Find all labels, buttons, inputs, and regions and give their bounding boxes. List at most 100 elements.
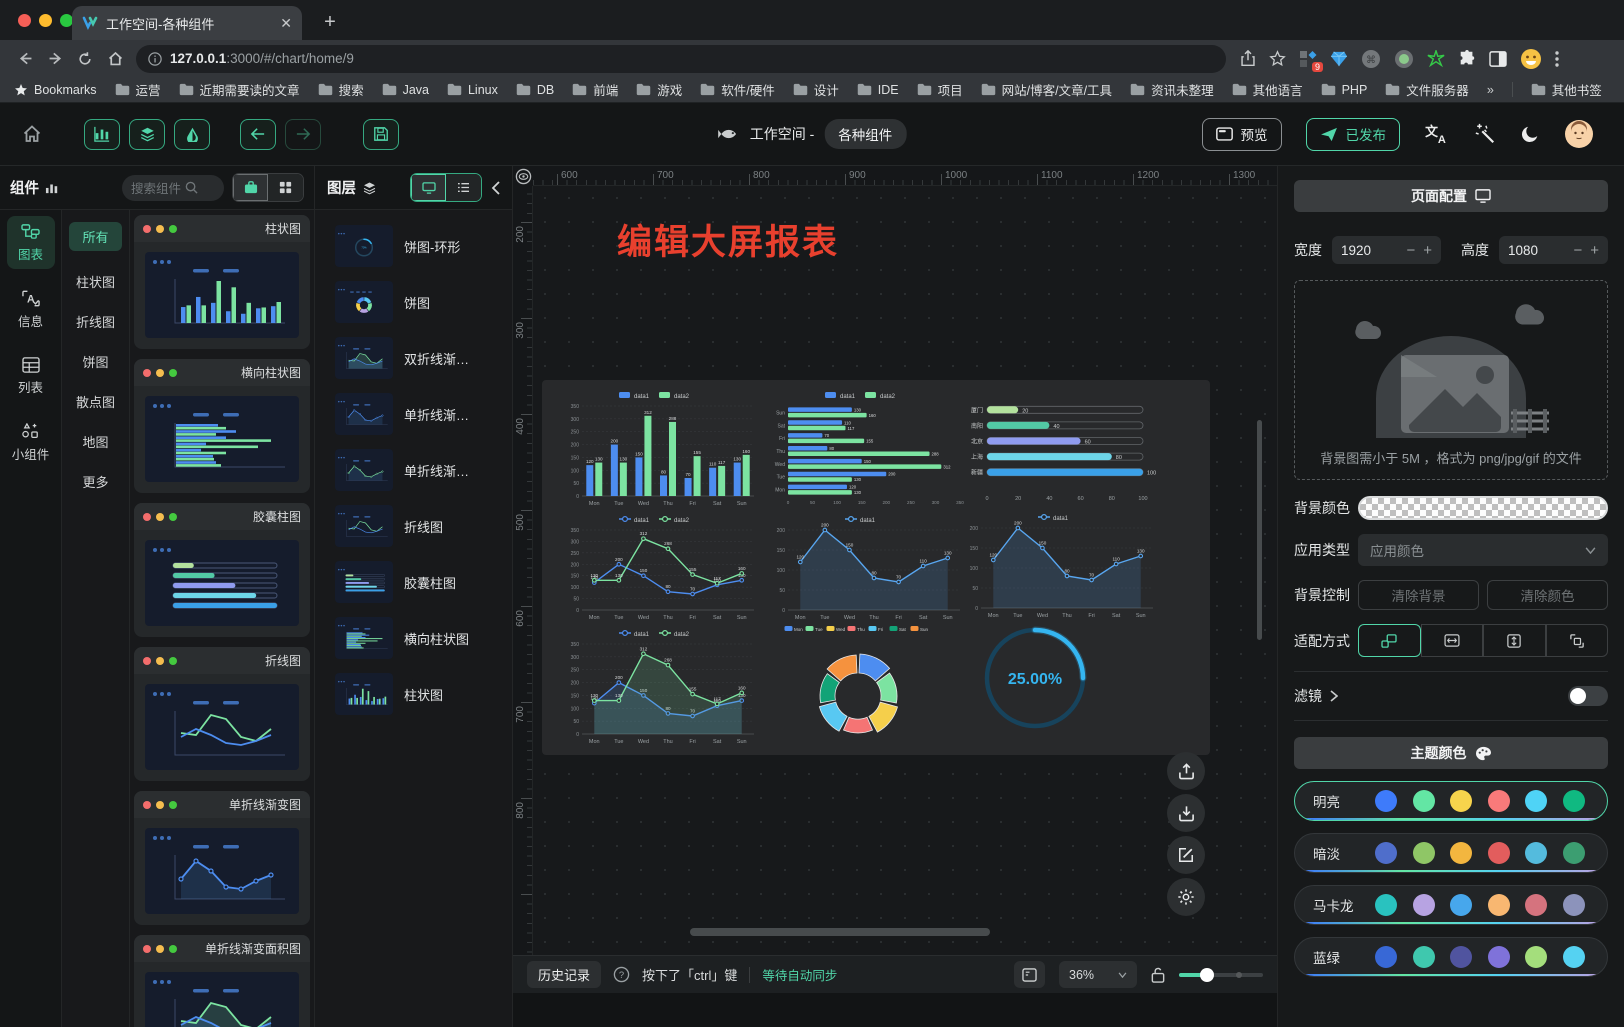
extension-tiles-icon[interactable]: 9 xyxy=(1299,50,1317,68)
layer-list-view-button[interactable] xyxy=(446,174,481,201)
theme-row-暗淡[interactable]: 暗淡 xyxy=(1294,833,1608,873)
sidebar-item-2[interactable]: A信息 xyxy=(7,283,55,336)
green-dot-extension-icon[interactable] xyxy=(1394,49,1414,69)
category-item[interactable]: 折线图 xyxy=(76,312,115,331)
language-toggle-icon[interactable]: 文A xyxy=(1424,123,1450,145)
browser-tab[interactable]: 工作空间-各种组件 ✕ xyxy=(72,6,302,40)
bookmark-item[interactable]: 其他语言 xyxy=(1232,80,1303,99)
fit-stretch-button[interactable] xyxy=(1546,624,1609,657)
width-increment-button[interactable]: + xyxy=(1423,242,1432,259)
bookmark-item[interactable]: 设计 xyxy=(793,80,839,99)
dashboard-group[interactable]: data1data2050100150200250300350MonTueWed… xyxy=(542,380,1210,755)
dark-mode-moon-icon[interactable] xyxy=(1520,124,1540,144)
home-icon[interactable] xyxy=(0,124,64,144)
bookmark-item[interactable]: Linux xyxy=(447,80,498,99)
address-bar[interactable]: 127.0.0.1:3000/#/chart/home/9 xyxy=(136,45,1226,73)
clear-background-button[interactable]: 清除背景 xyxy=(1358,580,1479,610)
redo-button[interactable] xyxy=(285,119,321,150)
bookmark-item[interactable]: 运营 xyxy=(115,80,161,99)
sidebar-item-1[interactable]: 图表 xyxy=(7,216,55,269)
background-upload-dropzone[interactable]: 背景图需小于 5M ，格式为 png/jpg/gif 的文件 xyxy=(1294,280,1608,480)
canvas-text-title[interactable]: 编辑大屏报表 xyxy=(617,214,839,265)
component-card[interactable]: 胶囊柱图 xyxy=(134,503,310,637)
chart-capsule[interactable]: 厦门20南阳40北京60上海80新疆100020406080100 xyxy=(957,394,1157,506)
canvas-vertical-scrollbar[interactable] xyxy=(1257,420,1262,640)
chart-progress-ring[interactable]: 25.00% xyxy=(950,608,1120,744)
canvas-horizontal-scrollbar[interactable] xyxy=(690,928,990,936)
component-card[interactable]: 柱状图 xyxy=(134,215,310,349)
magic-wand-icon[interactable] xyxy=(1474,123,1496,145)
layer-item[interactable]: 单折线渐… xyxy=(315,442,512,498)
apply-type-select[interactable]: 应用颜色 xyxy=(1358,534,1608,566)
bookmarks-overflow-chevron[interactable]: » xyxy=(1487,83,1494,97)
preview-button[interactable]: 预览 xyxy=(1202,118,1282,151)
extensions-puzzle-icon[interactable] xyxy=(1458,50,1476,68)
width-decrement-button[interactable]: − xyxy=(1406,242,1415,259)
theme-row-蓝绿[interactable]: 蓝绿 xyxy=(1294,937,1608,977)
filter-expand-chevron-icon[interactable] xyxy=(1330,690,1338,702)
browser-menu-icon[interactable] xyxy=(1555,51,1559,67)
clear-color-button[interactable]: 清除颜色 xyxy=(1487,580,1608,610)
history-panel-button[interactable] xyxy=(1014,961,1045,988)
fit-height-button[interactable] xyxy=(1483,624,1546,657)
reader-mode-icon[interactable] xyxy=(1489,51,1507,67)
layer-item[interactable]: 柱状图 xyxy=(315,666,512,722)
bookmark-item[interactable]: IDE xyxy=(857,80,899,99)
browser-forward-icon[interactable] xyxy=(40,44,70,74)
bookmark-item[interactable]: 项目 xyxy=(917,80,963,99)
component-card[interactable]: 单折线渐变图 xyxy=(134,791,310,925)
sidebar-item-4[interactable]: 小组件 xyxy=(7,416,55,469)
upload-fab-button[interactable] xyxy=(1167,752,1205,790)
component-card[interactable]: 横向柱状图 xyxy=(134,359,310,493)
layer-thumbnail-view-button[interactable] xyxy=(411,174,446,201)
layer-item[interactable]: 折线图 xyxy=(315,498,512,554)
category-item[interactable]: 柱状图 xyxy=(76,272,115,291)
component-card[interactable]: 单折线渐变面积图 xyxy=(134,935,310,1027)
help-icon[interactable]: ? xyxy=(613,966,630,983)
layer-item[interactable]: 双折线渐… xyxy=(315,330,512,386)
layer-item[interactable]: 单折线渐… xyxy=(315,386,512,442)
green-star-extension-icon[interactable] xyxy=(1427,50,1445,68)
theme-row-明亮[interactable]: 明亮 xyxy=(1294,781,1608,821)
bookmark-item[interactable]: 文件服务器 xyxy=(1385,80,1469,99)
chart-area-dual[interactable]: data1data2050100150200250300350MonTueWed… xyxy=(558,626,760,748)
bookmark-item[interactable]: PHP xyxy=(1321,80,1368,99)
bookmark-item[interactable]: 软件/硬件 xyxy=(700,80,774,99)
bookmark-item[interactable]: Java xyxy=(382,80,429,99)
zoom-slider[interactable] xyxy=(1179,973,1263,977)
save-button[interactable] xyxy=(363,119,399,150)
new-tab-button[interactable]: + xyxy=(316,8,344,36)
chart-pie-donut[interactable]: MonTueWedThuFriSatSun xyxy=(778,620,938,748)
bookmark-star-icon[interactable] xyxy=(1269,50,1286,67)
site-info-icon[interactable] xyxy=(148,52,162,66)
zoom-select[interactable]: 36% xyxy=(1059,961,1137,988)
tab-close-icon[interactable]: ✕ xyxy=(280,15,292,32)
publish-button[interactable]: 已发布 xyxy=(1306,118,1401,151)
charts-panel-toggle-button[interactable] xyxy=(84,119,120,150)
bookmark-item[interactable]: 前端 xyxy=(572,80,618,99)
bookmarks-manager[interactable]: Bookmarks xyxy=(14,83,97,97)
width-stepper[interactable]: 1920 −+ xyxy=(1332,236,1441,264)
category-item[interactable]: 饼图 xyxy=(82,352,108,371)
height-decrement-button[interactable]: − xyxy=(1573,242,1582,259)
layers-panel-toggle-button[interactable] xyxy=(129,119,165,150)
bookmark-item[interactable]: 搜索 xyxy=(318,80,364,99)
layer-item[interactable]: 70%饼图-环形 xyxy=(315,218,512,274)
layer-item[interactable]: 胶囊柱图 xyxy=(315,554,512,610)
layer-item[interactable]: 横向柱状图 xyxy=(315,610,512,666)
window-close-button[interactable] xyxy=(18,14,31,27)
settings-fab-button[interactable] xyxy=(1167,878,1205,916)
bookmark-item[interactable]: 资讯未整理 xyxy=(1130,80,1214,99)
category-item[interactable]: 地图 xyxy=(82,432,108,451)
browser-reload-icon[interactable] xyxy=(70,44,100,74)
browser-back-icon[interactable] xyxy=(10,44,40,74)
category-item[interactable]: 散点图 xyxy=(76,392,115,411)
details-panel-toggle-button[interactable] xyxy=(174,119,210,150)
edit-fab-button[interactable] xyxy=(1167,836,1205,874)
component-grid-view-button[interactable] xyxy=(268,174,303,201)
gem-extension-icon[interactable] xyxy=(1330,51,1348,67)
fit-width-button[interactable] xyxy=(1421,624,1484,657)
profile-avatar[interactable] xyxy=(1520,48,1542,70)
height-stepper[interactable]: 1080 −+ xyxy=(1499,236,1608,264)
ruler-eye-icon[interactable] xyxy=(515,168,532,185)
